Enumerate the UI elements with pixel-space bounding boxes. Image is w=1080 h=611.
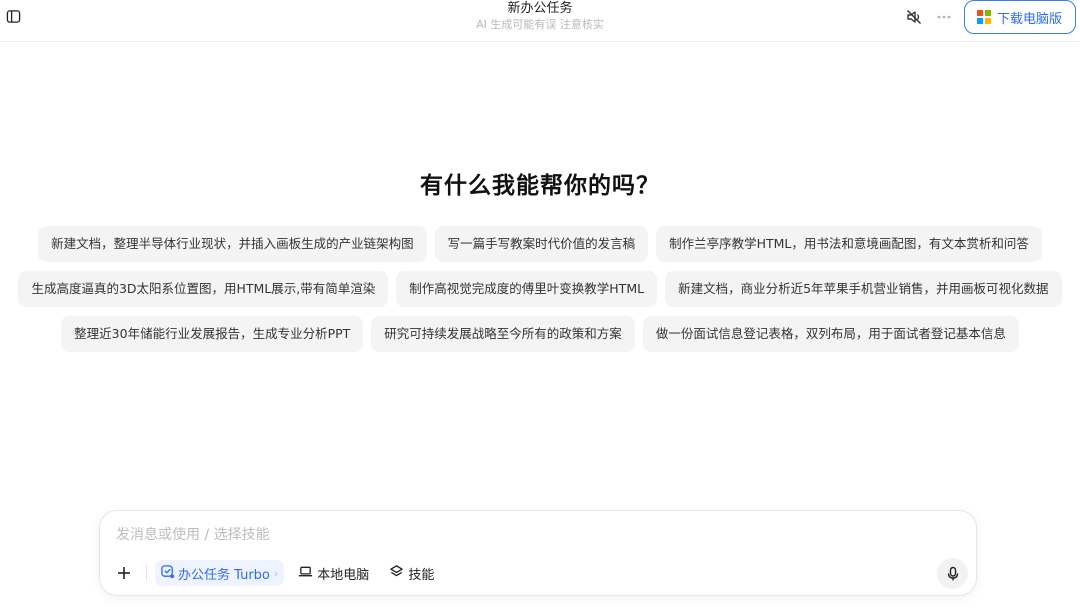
welcome-heading: 有什么我能帮你的吗？ [420, 173, 660, 199]
composer-toolbar: 办公任务 Turbo › 本地电脑 技能 [112, 559, 440, 587]
speaker-muted-icon[interactable] [904, 7, 924, 27]
microphone-icon[interactable] [937, 558, 968, 589]
layers-icon [389, 564, 404, 583]
skills-label: 技能 [408, 567, 435, 583]
suggestion-chip[interactable]: 生成高度逼真的3D太阳系位置图，用HTML展示,带有简单渲染 [18, 271, 389, 307]
suggestion-chip[interactable]: 制作兰亭序教学HTML，用书法和意境画配图，有文本赏析和问答 [656, 226, 1042, 262]
suggestion-chip[interactable]: 做一份面试信息登记表格，双列布局，用于面试者登记基本信息 [642, 316, 1019, 352]
skill-label: 办公任务 Turbo [178, 567, 270, 583]
suggestion-chip[interactable]: 研究可持续发展战略至今所有的政策和方案 [371, 316, 635, 352]
plus-icon[interactable] [112, 561, 136, 585]
laptop-icon [298, 564, 313, 583]
toolbar-divider [146, 565, 147, 581]
suggestion-list: 新建文档，整理半导体行业现状，并插入画板生成的产业链架构图 写一篇手写教案时代价… [0, 226, 1080, 361]
skill-chevron: › [273, 566, 279, 580]
suggestion-chip[interactable]: 新建文档，商业分析近5年苹果手机营业销售，并用画板可视化数据 [665, 271, 1062, 307]
office-task-turbo-skill[interactable]: 办公任务 Turbo › [155, 560, 285, 586]
suggestion-chip[interactable]: 写一篇手写教案时代价值的发言稿 [434, 226, 649, 262]
suggestion-row: 新建文档，整理半导体行业现状，并插入画板生成的产业链架构图 写一篇手写教案时代价… [0, 226, 1080, 262]
local-pc-label: 本地电脑 [317, 567, 370, 583]
download-desktop-button[interactable]: 下载电脑版 [963, 0, 1076, 34]
office-task-icon [160, 564, 175, 583]
skills-button[interactable]: 技能 [383, 560, 440, 586]
suggestion-row: 生成高度逼真的3D太阳系位置图，用HTML展示,带有简单渲染 制作高视觉完成度的… [0, 271, 1080, 307]
local-pc-button[interactable]: 本地电脑 [292, 560, 375, 586]
top-bar: 新办公任务 AI 生成可能有误 注意核实 下载电脑版 [0, 0, 1080, 42]
header-actions: 下载电脑版 [904, 0, 1076, 34]
app-window: 新办公任务 AI 生成可能有误 注意核实 下载电脑版 有什么我能帮你的吗？ 新建… [0, 0, 1080, 611]
suggestion-chip[interactable]: 整理近30年储能行业发展报告，生成专业分析PPT [61, 316, 364, 352]
more-horizontal-icon[interactable] [934, 7, 954, 27]
suggestion-chip[interactable]: 新建文档，整理半导体行业现状，并插入画板生成的产业链架构图 [38, 226, 427, 262]
download-desktop-label: 下载电脑版 [996, 11, 1062, 27]
suggestion-row: 整理近30年储能行业发展报告，生成专业分析PPT 研究可持续发展战略至今所有的政… [0, 316, 1080, 352]
message-composer: 办公任务 Turbo › 本地电脑 [99, 510, 977, 596]
suggestion-chip[interactable]: 制作高视觉完成度的傅里叶变换教学HTML [396, 271, 658, 307]
windows-logo-icon [976, 10, 991, 24]
message-input[interactable] [116, 524, 916, 546]
